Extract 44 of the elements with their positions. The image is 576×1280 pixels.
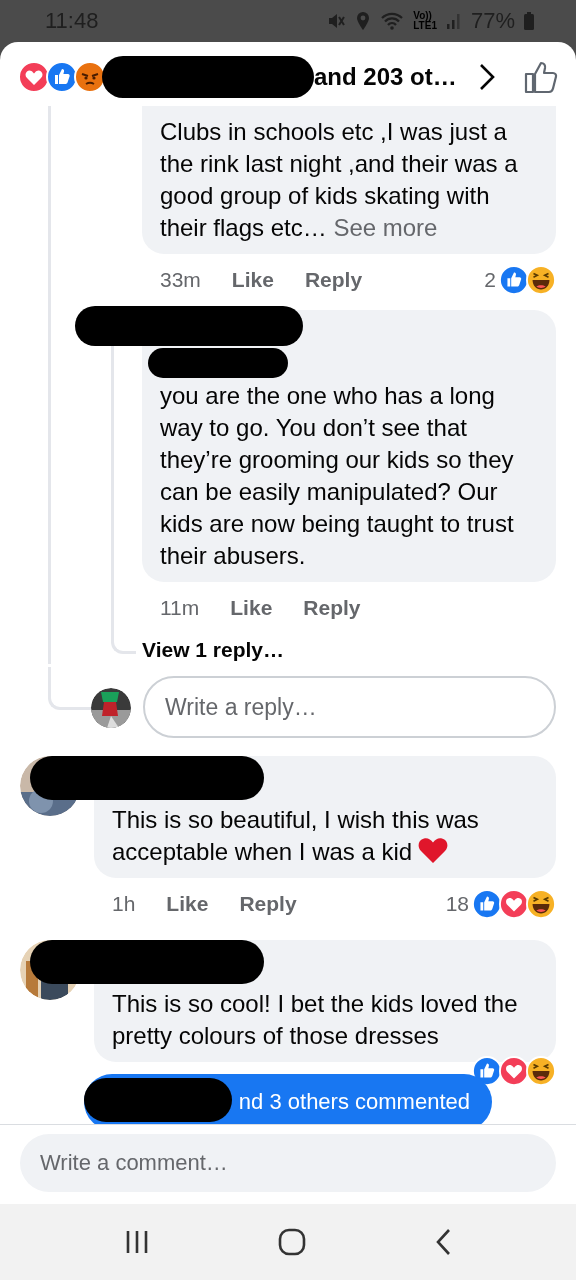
network-label: Vo)) [413, 11, 433, 21]
battery-icon [524, 12, 534, 30]
comment-time: 1h [112, 892, 136, 916]
signal-icon [445, 12, 462, 30]
like-reaction-icon [46, 61, 78, 93]
network-label: LTE1 [413, 21, 437, 31]
recent-apps-icon[interactable] [124, 1229, 150, 1255]
comment-time: 33m [160, 268, 201, 292]
back-icon[interactable] [434, 1228, 452, 1256]
like-reaction-icon [499, 265, 529, 295]
like-link[interactable]: Like [231, 268, 274, 292]
reply-link[interactable]: Reply [239, 892, 297, 916]
comment-text: This is so beautiful, I wish this was acceptable when I was a kid [112, 805, 480, 867]
reaction-count[interactable]: 2 [484, 268, 496, 292]
mute-icon [326, 11, 347, 31]
like-reaction-icon [472, 889, 502, 919]
view-replies-link[interactable]: View 1 reply… [142, 638, 285, 662]
haha-reaction-icon [526, 1056, 556, 1086]
see-more-link[interactable]: See more [326, 214, 438, 241]
reply-link[interactable]: Reply [303, 596, 361, 620]
like-link[interactable]: Like [230, 596, 273, 620]
wifi-icon [380, 11, 405, 31]
thumbs-up-icon[interactable] [524, 60, 558, 94]
reply-link[interactable]: Reply [304, 268, 363, 292]
chevron-right-icon[interactable] [478, 62, 496, 92]
comment-time: 11m [160, 596, 200, 620]
location-icon [355, 11, 372, 31]
reply-field[interactable]: Write a reply… [143, 676, 556, 738]
love-reaction-icon [18, 61, 50, 93]
heart-icon [418, 836, 449, 864]
like-link[interactable]: Like [166, 892, 209, 916]
angry-reaction-icon [74, 61, 106, 93]
home-icon[interactable] [278, 1228, 306, 1256]
love-reaction-icon [499, 889, 529, 919]
comment-text: Clubs in schools etc ,I was just a the rink last night ,and their was a good group of kids skating with their flags etc… See more [160, 117, 519, 243]
reactions-summary[interactable]: and 203 ot… [314, 63, 457, 91]
haha-reaction-icon [526, 265, 556, 295]
thread-line [48, 667, 91, 710]
comment-text: you are the one who has a long way to go. You don’t see that they’re grooming our kids so they can be easily manipulated? Our kids are now being taught to trust their abusers. [160, 381, 515, 571]
comment-field[interactable]: Write a comment… [20, 1134, 556, 1192]
reaction-count[interactable]: 18 [445, 892, 469, 916]
love-reaction-icon [499, 1056, 529, 1086]
haha-reaction-icon [526, 889, 556, 919]
comment-text: This is so cool! I bet the kids loved the pretty colours of those dresses [112, 989, 519, 1051]
